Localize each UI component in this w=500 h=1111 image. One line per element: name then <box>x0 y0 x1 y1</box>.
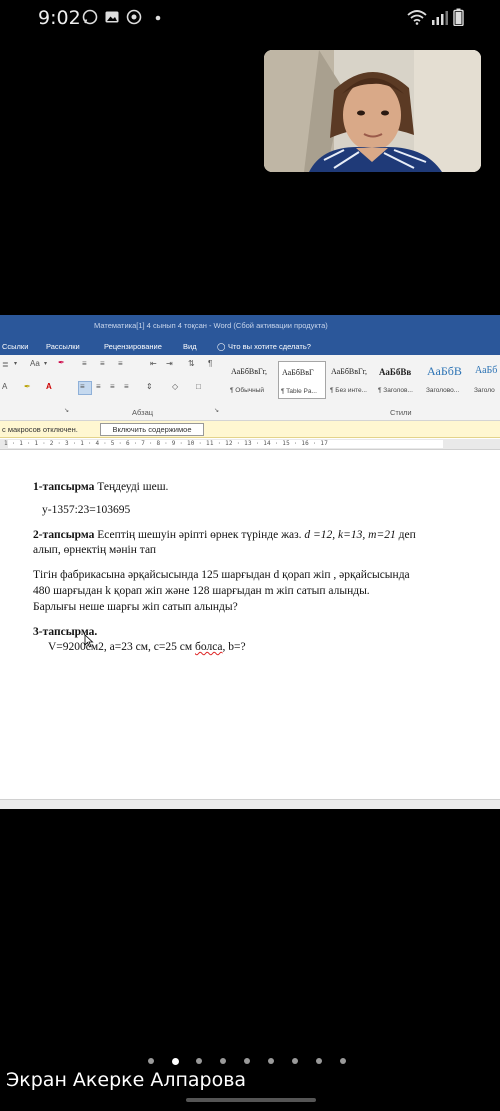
align-center-icon[interactable]: ≡ <box>96 382 101 396</box>
task2-title: 2-тапсырма <box>33 529 95 541</box>
macro-warning-text: с макросов отключен. <box>2 425 78 434</box>
signal-icon <box>432 11 448 25</box>
document-page[interactable]: 1-тапсырма Теңдеуді шеш. у-1357:23=10369… <box>0 451 500 809</box>
status-bar: 9:02 <box>0 0 500 34</box>
wifi-icon <box>407 10 427 25</box>
borders-icon[interactable]: □ <box>196 382 201 396</box>
increase-indent-icon[interactable]: ⇥ <box>166 359 173 373</box>
ruler[interactable]: 1 · 1 · 1 · 2 · 3 · 1 · 4 · 5 · 6 · 7 · … <box>0 439 500 450</box>
pilcrow-icon[interactable]: ¶ <box>208 359 212 373</box>
styles-group-label: Стили <box>390 408 412 417</box>
bullets-icon[interactable]: ≡ <box>82 359 87 373</box>
task2-line-2: алып, өрнектің мәнін тап <box>33 544 157 556</box>
chrome-icon <box>126 9 142 25</box>
tab-mailings[interactable]: Рассылки <box>46 342 80 351</box>
style-heading-3[interactable]: АаБб Заголо <box>472 361 500 399</box>
tab-view[interactable]: Вид <box>183 342 197 351</box>
align-left-icon: ≡ <box>80 382 85 391</box>
style-heading-1[interactable]: АаБбВв ¶ Заголов... <box>376 361 424 399</box>
dropdown-arrow-icon[interactable]: ▾ <box>44 360 47 374</box>
lightbulb-icon: ◯ <box>217 342 226 351</box>
dot-icon <box>155 15 161 21</box>
screen-share-owner: Экран Акерке Алпарова <box>6 1069 247 1091</box>
task3-text: V=9200см2, а=23 см, с=25 см <box>48 641 195 653</box>
participant-video[interactable] <box>264 50 481 172</box>
list-icon[interactable]: ≣ <box>2 360 9 374</box>
line-spacing-icon[interactable]: ⇕ <box>146 382 153 396</box>
style-table-paragraph[interactable]: АаБбВвГ ¶ Table Pa... <box>278 361 326 399</box>
tab-review[interactable]: Рецензирование <box>104 342 162 351</box>
style-heading-2[interactable]: АаБбВ Заголово... <box>424 361 472 399</box>
paragraph-group-label: Абзац <box>132 408 154 417</box>
ribbon: ≣ ▾ Aa ▾ ✒ ≡ ≡ ≡ ⇤ ⇥ ⇅ ¶ A ✒ A ≡ ≡ ≡ ≡ ⇕… <box>0 355 500 421</box>
text-effects-icon[interactable]: A <box>2 382 7 396</box>
dialog-launcher-icon[interactable]: ↘ <box>64 407 69 421</box>
page-dot[interactable] <box>148 1058 154 1064</box>
gallery-icon <box>105 11 119 23</box>
whatsapp-icon <box>82 9 98 25</box>
style-no-spacing[interactable]: АаБбВвГг, ¶ Без инте... <box>328 361 376 399</box>
task2-variables: d =12, k=13, m=21 <box>304 529 396 541</box>
task2-line: 2-тапсырма Есептің шешуін әріпті өрнек т… <box>33 529 416 541</box>
window-title: Математика[1] 4 сынып 4 тоқсан - Word (С… <box>94 321 328 330</box>
task3-line: V=9200см2, а=23 см, с=25 см болса, b=? <box>48 641 246 653</box>
spellcheck-word: болса <box>195 641 223 653</box>
multilevel-icon[interactable]: ≡ <box>118 359 123 373</box>
decrease-indent-icon[interactable]: ⇤ <box>150 359 157 373</box>
word-window: Математика[1] 4 сынып 4 тоқсан - Word (С… <box>0 315 500 809</box>
highlight-icon[interactable]: ✒ <box>24 382 31 396</box>
page-dot[interactable] <box>196 1058 202 1064</box>
task2-tail: деп <box>395 529 416 541</box>
align-right-icon[interactable]: ≡ <box>110 382 115 396</box>
page-dot[interactable] <box>292 1058 298 1064</box>
page-dot[interactable] <box>340 1058 346 1064</box>
page-dot[interactable] <box>316 1058 322 1064</box>
font-color-icon[interactable]: A <box>46 382 52 396</box>
task1-title: 1-тапсырма <box>33 481 95 493</box>
task2-text: Есептің шешуін әріпті өрнек түрінде жаз. <box>94 529 305 541</box>
numbering-icon[interactable]: ≡ <box>100 359 105 373</box>
battery-icon <box>453 8 464 26</box>
tab-references[interactable]: Ссылки <box>2 342 28 351</box>
dropdown-arrow-icon[interactable]: ▾ <box>14 360 17 374</box>
macro-warning-bar: с макросов отключен. Включить содержимое <box>0 421 500 438</box>
ruler-numbers: 1 · 1 · 1 · 2 · 3 · 1 · 4 · 5 · 6 · 7 · … <box>4 440 329 447</box>
tell-me-search[interactable]: Что вы хотите сделать? <box>228 342 311 351</box>
sort-icon[interactable]: ⇅ <box>188 359 195 373</box>
page-dot[interactable] <box>220 1058 226 1064</box>
task1-text: Теңдеуді шеш. <box>94 481 169 493</box>
font-size-icon[interactable]: Aa <box>30 359 40 373</box>
page-dot[interactable] <box>268 1058 274 1064</box>
justify-icon[interactable]: ≡ <box>124 382 129 396</box>
page-dot-active[interactable] <box>172 1057 179 1065</box>
mouse-cursor-icon <box>84 634 94 648</box>
enable-content-button[interactable]: Включить содержимое <box>100 423 204 436</box>
shading-icon[interactable]: ◇ <box>172 382 178 396</box>
clock: 9:02 <box>38 7 81 29</box>
ribbon-tabs: Ссылки Рассылки Рецензирование Вид ◯ Что… <box>0 337 500 355</box>
problem-line-3: Барлығы неше шарғы жіп сатып алынды? <box>33 601 238 613</box>
dialog-launcher-icon[interactable]: ↘ <box>214 407 219 421</box>
task1-line: 1-тапсырма Теңдеуді шеш. <box>33 481 168 493</box>
equation-line: у-1357:23=103695 <box>42 504 131 516</box>
page-dot[interactable] <box>244 1058 250 1064</box>
title-bar: Математика[1] 4 сынып 4 тоқсан - Word (С… <box>0 315 500 337</box>
problem-line-1: Тігін фабрикасына әрқайсысында 125 шарғы… <box>33 569 410 581</box>
horizontal-scrollbar[interactable] <box>0 799 500 809</box>
participant-photo <box>264 50 481 172</box>
style-normal[interactable]: АаБбВвГг, ¶ Обычный <box>228 361 276 399</box>
task3-tail: , b=? <box>222 641 246 653</box>
home-indicator[interactable] <box>186 1098 316 1102</box>
problem-line-2: 480 шарғыдан k қорап жіп және 128 шарғыд… <box>33 585 370 597</box>
clear-format-icon[interactable]: ✒ <box>58 358 65 372</box>
